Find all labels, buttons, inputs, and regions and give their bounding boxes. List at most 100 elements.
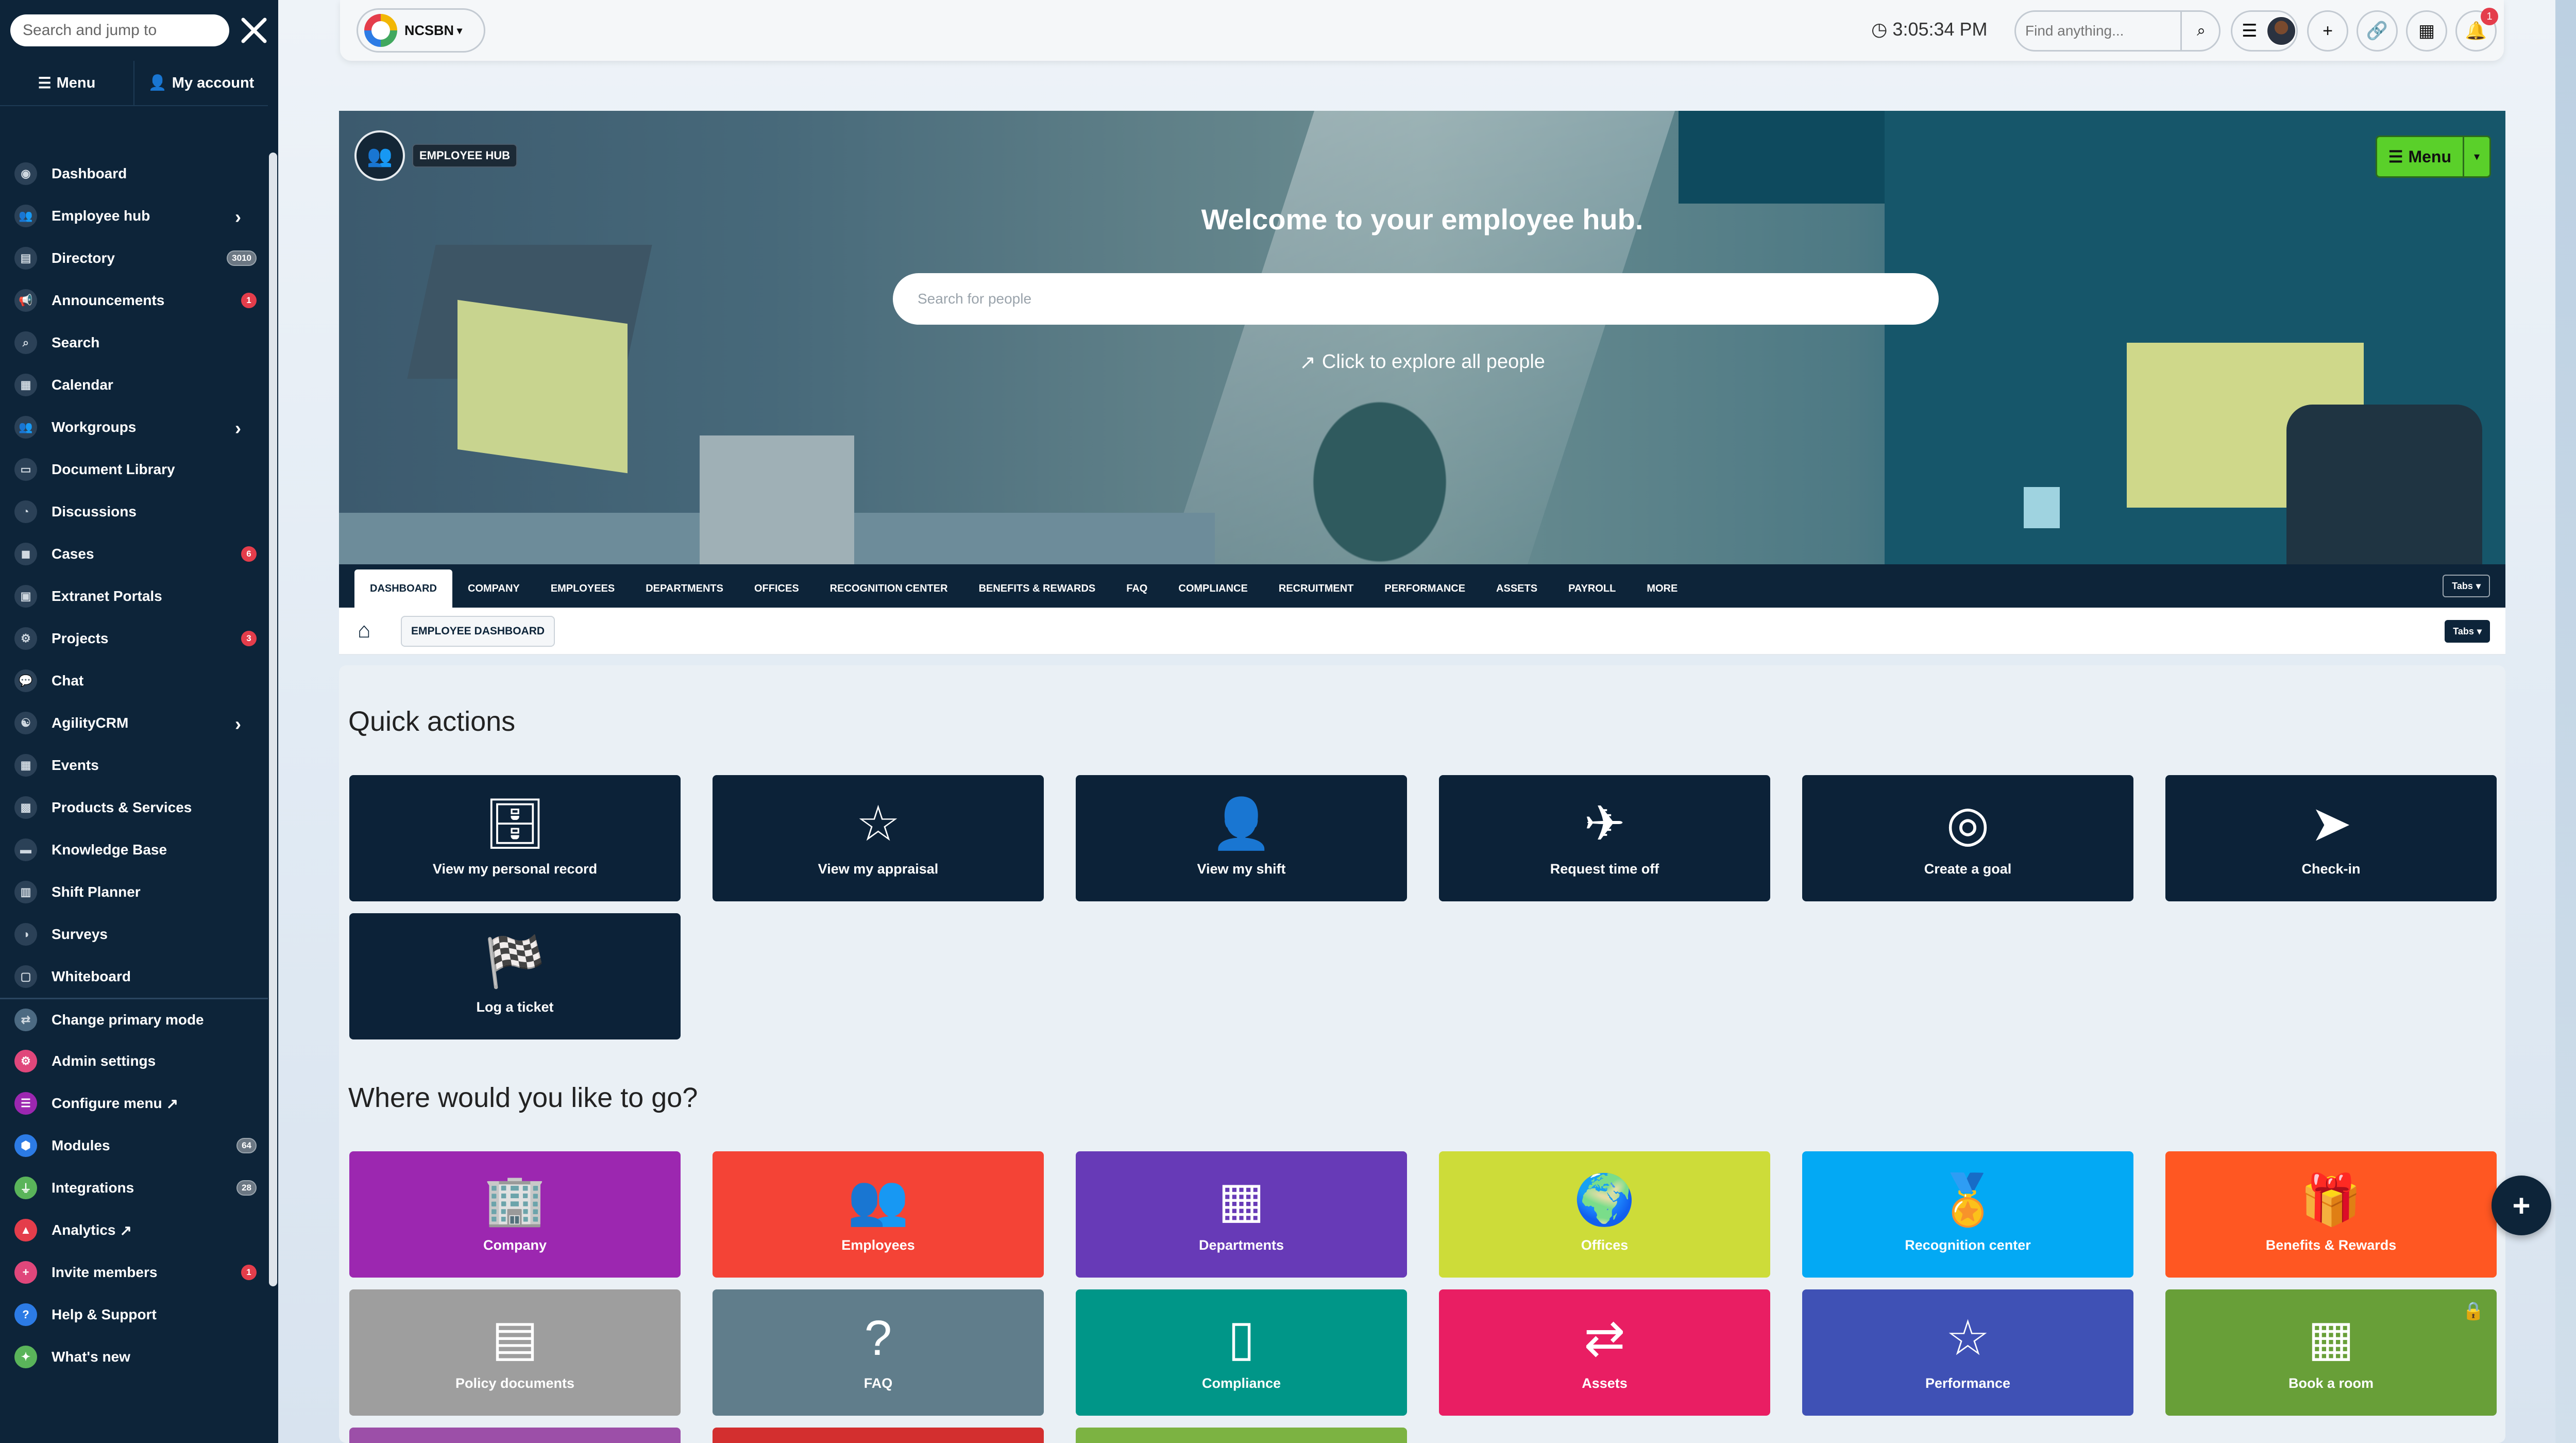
- sidebar-item-surveys[interactable]: ◑ Surveys: [0, 913, 268, 955]
- sidebar-item-document-library[interactable]: ▭ Document Library: [0, 448, 268, 491]
- sidebar-scrollbar-thumb[interactable]: [269, 153, 277, 1286]
- quick-action-time-off[interactable]: ✈ Request time off: [1439, 775, 1770, 901]
- tab-performance[interactable]: PERFORMANCE: [1369, 569, 1481, 608]
- destination-offices[interactable]: 🌍 Offices: [1439, 1151, 1770, 1278]
- org-switcher[interactable]: NCSBN ▾: [357, 8, 485, 53]
- destination-faq[interactable]: ? FAQ: [713, 1289, 1044, 1416]
- sidebar-item-whats-new[interactable]: ✦ What's new: [0, 1336, 268, 1378]
- tab-faq[interactable]: FAQ: [1111, 569, 1163, 608]
- quick-action-check-in[interactable]: ➤ Check-in: [2165, 775, 2497, 901]
- tab-dashboard[interactable]: DASHBOARD: [354, 569, 452, 608]
- tab-recognition-center[interactable]: RECOGNITION CENTER: [815, 569, 963, 608]
- hero-menu-button[interactable]: ☰ Menu ▾: [2375, 136, 2491, 178]
- home-icon[interactable]: ⌂: [358, 618, 370, 643]
- destination-employees[interactable]: 👥 Employees: [713, 1151, 1044, 1278]
- destination-assets[interactable]: ⇄ Assets: [1439, 1289, 1770, 1416]
- links-button[interactable]: 🔗: [2357, 10, 2398, 52]
- calendar-icon: ▦: [2418, 21, 2435, 41]
- destination-policy-documents[interactable]: ▤ Policy documents: [349, 1289, 681, 1416]
- welcome-heading: Welcome to your employee hub.: [1201, 203, 1643, 236]
- quick-action-log-ticket[interactable]: 🏁 Log a ticket: [349, 913, 681, 1039]
- sidebar-item-help-support[interactable]: ? Help & Support: [0, 1294, 268, 1336]
- sidebar-item-dashboard[interactable]: ◉ Dashboard: [0, 153, 268, 195]
- sidebar-item-shift-planner[interactable]: ▥ Shift Planner: [0, 871, 268, 913]
- sidebar-item-admin-settings[interactable]: ⚙ Admin settings: [0, 1040, 268, 1082]
- sidebar-item-announcements[interactable]: 📢 Announcements 1: [0, 279, 268, 322]
- events-icon: ▦: [14, 754, 37, 777]
- calendar-button[interactable]: ▦: [2406, 10, 2447, 52]
- sidebar-item-agilitycrm[interactable]: ☯ AgilityCRM ›: [0, 702, 268, 744]
- hero-menu-caret[interactable]: ▾: [2463, 137, 2489, 176]
- sidebar-item-events[interactable]: ▦ Events: [0, 744, 268, 786]
- breadcrumb-tabs-button[interactable]: Tabs ▾: [2445, 620, 2490, 643]
- destination-partial-tile[interactable]: [1076, 1428, 1407, 1443]
- sidebar-item-products-services[interactable]: ▩ Products & Services: [0, 786, 268, 829]
- sidebar-item-search[interactable]: ⌕ Search: [0, 322, 268, 364]
- tab-benefits-rewards[interactable]: BENEFITS & REWARDS: [963, 569, 1111, 608]
- sidebar-item-discussions[interactable]: ◔ Discussions: [0, 491, 268, 533]
- sidebar-item-cases[interactable]: ◼ Cases 6: [0, 533, 268, 575]
- sidebar-tabs: ☰ Menu 👤 My account: [0, 61, 268, 106]
- destination-performance[interactable]: ☆ Performance: [1802, 1289, 2133, 1416]
- sidebar-search-input[interactable]: [10, 14, 229, 46]
- destination-recognition-center[interactable]: 🏅 Recognition center: [1802, 1151, 2133, 1278]
- find-search-button[interactable]: ⌕: [2180, 10, 2221, 52]
- sidebar-item-whiteboard[interactable]: ▢ Whiteboard: [0, 955, 268, 998]
- destination-partial-tile[interactable]: [349, 1428, 681, 1443]
- gift-icon: 🎁: [2300, 1172, 2362, 1228]
- tab-company[interactable]: COMPANY: [452, 569, 535, 608]
- destination-company[interactable]: 🏢 Company: [349, 1151, 681, 1278]
- chevron-right-icon[interactable]: ›: [235, 417, 241, 439]
- user-menu-button[interactable]: ☰: [2231, 10, 2298, 52]
- tab-recruitment[interactable]: RECRUITMENT: [1263, 569, 1369, 608]
- destination-compliance[interactable]: ▯ Compliance: [1076, 1289, 1407, 1416]
- tab-departments[interactable]: DEPARTMENTS: [630, 569, 739, 608]
- quick-action-goal[interactable]: ◎ Create a goal: [1802, 775, 2133, 901]
- close-icon[interactable]: [238, 14, 270, 46]
- sidebar-tab-menu[interactable]: ☰ Menu: [0, 61, 134, 105]
- sidebar-item-analytics[interactable]: ▲ Analytics ↗: [0, 1209, 268, 1251]
- question-icon: ?: [864, 1311, 892, 1366]
- explore-people-link[interactable]: ↗ Click to explore all people: [339, 351, 2505, 374]
- chevron-right-icon[interactable]: ›: [235, 206, 241, 228]
- sidebar-item-extranet-portals[interactable]: ▣ Extranet Portals: [0, 575, 268, 617]
- sidebar-item-projects[interactable]: ⚙ Projects 3: [0, 617, 268, 660]
- tabs-dropdown-button[interactable]: Tabs ▾: [2443, 575, 2490, 597]
- people-search-input[interactable]: [893, 273, 1939, 325]
- floating-add-button[interactable]: +: [2492, 1176, 2551, 1235]
- tab-assets[interactable]: ASSETS: [1481, 569, 1553, 608]
- chevron-right-icon[interactable]: ›: [235, 713, 241, 735]
- tab-more[interactable]: MORE: [1631, 569, 1693, 608]
- tab-offices[interactable]: OFFICES: [739, 569, 815, 608]
- quick-action-appraisal[interactable]: ☆ View my appraisal: [713, 775, 1044, 901]
- sidebar-item-calendar[interactable]: ▦ Calendar: [0, 364, 268, 406]
- hamburger-icon: ☰: [2242, 21, 2258, 41]
- sidebar-item-chat[interactable]: 💬 Chat: [0, 660, 268, 702]
- destination-book-a-room[interactable]: 🔒 ▦ Book a room: [2165, 1289, 2497, 1416]
- destination-benefits-rewards[interactable]: 🎁 Benefits & Rewards: [2165, 1151, 2497, 1278]
- tab-payroll[interactable]: PAYROLL: [1553, 569, 1631, 608]
- tab-compliance[interactable]: COMPLIANCE: [1163, 569, 1263, 608]
- quick-action-personal-record[interactable]: 🗄 View my personal record: [349, 775, 681, 901]
- sidebar-item-invite-members[interactable]: + Invite members 1: [0, 1251, 268, 1294]
- sidebar-item-modules[interactable]: ⬢ Modules 64: [0, 1125, 268, 1167]
- org-logo-icon: [364, 14, 397, 47]
- sidebar-item-change-primary-mode[interactable]: ⇄ Change primary mode: [0, 998, 268, 1040]
- add-button[interactable]: +: [2307, 10, 2348, 52]
- sidebar-item-knowledge-base[interactable]: ▬ Knowledge Base: [0, 829, 268, 871]
- destination-departments[interactable]: ▦ Departments: [1076, 1151, 1407, 1278]
- sidebar-item-directory[interactable]: ▤ Directory 3010: [0, 237, 268, 279]
- sidebar-item-workgroups[interactable]: 👥 Workgroups ›: [0, 406, 268, 448]
- tab-employees[interactable]: EMPLOYEES: [535, 569, 630, 608]
- destination-partial-tile[interactable]: [713, 1428, 1044, 1443]
- user-clock-icon: 👤: [1210, 796, 1273, 851]
- hero-banner: 👥 EMPLOYEE HUB ☰ Menu ▾ Welcome to your e…: [339, 111, 2505, 564]
- sidebar-item-configure-menu[interactable]: ☰ Configure menu ↗: [0, 1082, 268, 1125]
- quick-action-shift[interactable]: 👤 View my shift: [1076, 775, 1407, 901]
- breadcrumb-current[interactable]: EMPLOYEE DASHBOARD: [401, 616, 555, 647]
- sidebar-item-employee-hub[interactable]: 👥 Employee hub ›: [0, 195, 268, 237]
- sidebar-item-integrations[interactable]: ⏚ Integrations 28: [0, 1167, 268, 1209]
- sidebar-tab-account[interactable]: 👤 My account: [134, 61, 268, 105]
- notifications-button[interactable]: 🔔 1: [2455, 8, 2498, 52]
- hero-menu-main[interactable]: ☰ Menu: [2377, 137, 2463, 176]
